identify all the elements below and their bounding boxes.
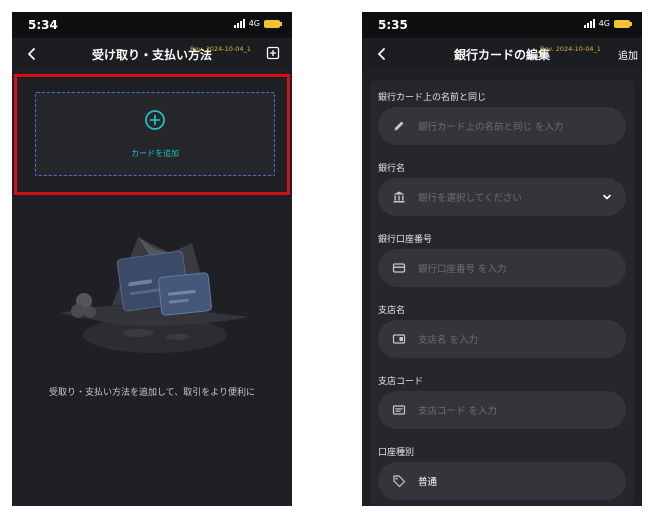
signal-icon (583, 19, 595, 28)
account-number-label: 銀行口座番号 (378, 235, 433, 245)
branch-name-input[interactable]: 支店名 を入力 (378, 320, 626, 358)
battery-icon (264, 19, 282, 28)
add-card-highlight: カードを追加 (14, 74, 290, 195)
bank-name-select[interactable]: 銀行を選択してください (378, 178, 626, 216)
status-time: 5:35 (378, 18, 408, 32)
network-label: 4G (248, 19, 260, 28)
network-label: 4G (598, 19, 610, 28)
account-type-value: 普通 (418, 477, 438, 488)
account-number-input[interactable]: 銀行口座番号 を入力 (378, 249, 626, 287)
status-indicators: 4G (583, 19, 632, 28)
revision-label: Rev. 2024-10-04_1 (540, 45, 601, 53)
edit-bank-card-screen: 5:35 4G 銀行カードの編集 Rev. 2024-10-04_1 追加 銀行… (362, 12, 642, 506)
branch-name-label: 支店名 (378, 306, 406, 316)
cardholder-name-placeholder: 銀行カード上の名前と同じ を入力 (418, 122, 564, 133)
empty-cards-illustration (60, 237, 250, 353)
branch-icon (392, 334, 406, 344)
branch-code-input[interactable]: 支店コード を入力 (378, 391, 626, 429)
empty-state-text: 受取り・支払い方法を追加して、取引をより便利に (48, 388, 256, 398)
signal-icon (233, 19, 245, 28)
add-button[interactable]: 追加 (618, 47, 638, 62)
bank-icon (393, 191, 405, 203)
bank-name-placeholder: 銀行を選択してください (418, 193, 522, 204)
pencil-icon (394, 121, 404, 131)
bank-card-form: 銀行カード上の名前と同じ 銀行カード上の名前と同じ を入力 銀行名 銀行を選択し… (370, 80, 634, 506)
account-number-placeholder: 銀行口座番号 を入力 (418, 264, 507, 275)
tag-icon (393, 475, 406, 488)
plus-circle-icon (145, 110, 165, 130)
add-card-button[interactable]: カードを追加 (35, 92, 275, 176)
bank-name-label: 銀行名 (378, 164, 406, 174)
chevron-down-icon (603, 194, 611, 200)
branch-code-label: 支店コード (378, 377, 424, 387)
status-time: 5:34 (28, 18, 58, 32)
top-nav-bar: 受け取り・支払い方法 Rev. 2024-10-04_1 (12, 38, 292, 70)
code-icon (392, 405, 406, 415)
cardholder-name-input[interactable]: 銀行カード上の名前と同じ を入力 (378, 107, 626, 145)
add-card-label: カードを追加 (131, 149, 179, 158)
status-bar: 5:35 4G (362, 12, 642, 38)
cardholder-name-label: 銀行カード上の名前と同じ (378, 93, 487, 103)
branch-code-placeholder: 支店コード を入力 (418, 406, 498, 417)
account-type-select[interactable]: 普通 (378, 462, 626, 500)
payment-methods-screen: 5:34 4G 受け取り・支払い方法 Rev. 2024-10-04_1 カード… (12, 12, 292, 506)
add-square-icon[interactable] (266, 46, 280, 60)
status-indicators: 4G (233, 19, 282, 28)
account-type-label: 口座種別 (378, 448, 415, 458)
top-nav-bar: 銀行カードの編集 Rev. 2024-10-04_1 追加 (362, 38, 642, 70)
card-icon (392, 263, 406, 273)
revision-label: Rev. 2024-10-04_1 (190, 45, 251, 53)
status-bar: 5:34 4G (12, 12, 292, 38)
battery-icon (614, 19, 632, 28)
branch-name-placeholder: 支店名 を入力 (418, 335, 479, 346)
